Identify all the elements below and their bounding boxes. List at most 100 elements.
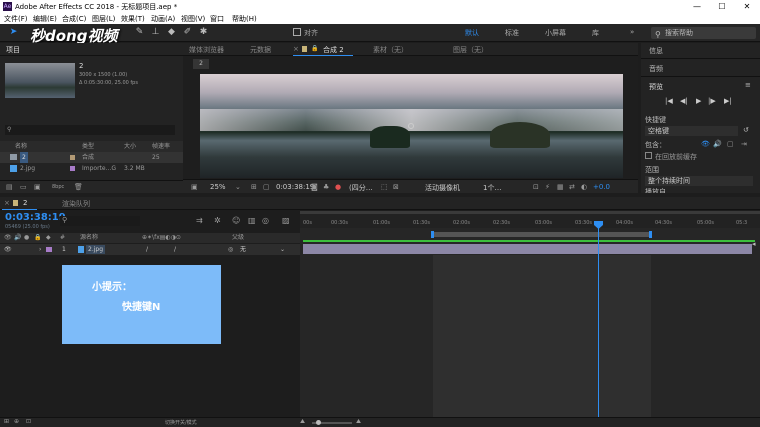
new-composition-icon[interactable]: ▣ — [34, 183, 41, 191]
include-overlay-icon[interactable]: ▢ — [727, 140, 734, 148]
first-frame-button[interactable]: |◀ — [665, 97, 673, 105]
label-color-swatch[interactable] — [70, 166, 75, 171]
brush-tool-icon[interactable]: ✎ — [134, 27, 145, 38]
layer-label-swatch[interactable] — [46, 247, 52, 252]
video-toggle-icon[interactable]: 👁 — [4, 233, 12, 243]
layer-duration-bar[interactable] — [303, 244, 752, 254]
table-row[interactable]: 👁 › 1 2.jpg / / ◎ 无 ⌄ — [0, 244, 300, 255]
menu-animation[interactable]: 动画(A) — [151, 14, 175, 24]
new-folder-icon[interactable]: ▭ — [20, 183, 27, 191]
tab-media-browser[interactable]: 媒体浏览器 — [189, 45, 224, 55]
workspace-more[interactable]: » — [630, 28, 634, 36]
work-area-start-handle[interactable] — [431, 231, 434, 238]
interpret-footage-icon[interactable]: ▤ — [6, 183, 13, 191]
label-column-icon[interactable]: ◆ — [46, 233, 51, 243]
layer-switches-toggle-icon[interactable]: ⊞ — [4, 418, 9, 425]
include-video-icon[interactable]: 👁 — [701, 140, 710, 148]
workspace-small-screen[interactable]: 小屏幕 — [545, 28, 566, 38]
menu-edit[interactable]: 编辑(E) — [33, 14, 57, 24]
always-preview-icon[interactable]: ▣ — [191, 183, 198, 191]
chevron-down-icon[interactable]: ⌄ — [280, 244, 285, 255]
selection-tool-icon[interactable]: ➤ — [8, 27, 19, 38]
workspace-standard[interactable]: 标准 — [505, 28, 519, 38]
tab-layer[interactable]: 图层（无） — [453, 45, 488, 55]
table-row[interactable]: 2 合成 25 — [0, 152, 183, 163]
zoom-slider-handle[interactable] — [316, 420, 321, 425]
close-tab-icon[interactable]: × — [293, 45, 299, 53]
align-checkbox[interactable] — [293, 28, 301, 36]
menu-window[interactable]: 窗口 — [210, 14, 224, 24]
zoom-select[interactable]: 25% — [210, 183, 226, 191]
fast-previews-icon[interactable]: ⚡ — [545, 183, 550, 191]
timeline-search-input[interactable] — [60, 216, 140, 226]
channel-color-icon[interactable]: ● — [335, 183, 341, 191]
expand-arrow-icon[interactable]: › — [39, 244, 41, 255]
pick-whip-icon[interactable]: ◎ — [228, 244, 233, 255]
column-size[interactable]: 大小 — [124, 141, 136, 152]
last-frame-button[interactable]: ▶| — [724, 97, 732, 105]
include-layer-controls-icon[interactable]: ⇥ — [741, 140, 747, 148]
camera-view-select[interactable]: 活动摄像机 — [425, 183, 460, 193]
tab-render-queue[interactable]: 渲染队列 — [62, 199, 90, 209]
solo-toggle-icon[interactable]: ● — [24, 233, 29, 243]
play-button[interactable]: ▶ — [696, 97, 701, 105]
workspace-library[interactable]: 库 — [592, 28, 599, 38]
column-type[interactable]: 类型 — [82, 141, 94, 152]
current-time-display[interactable]: 0:03:38:19 — [276, 183, 314, 191]
timeline-toggle-icon[interactable]: ▦ — [557, 183, 564, 191]
reset-icon[interactable]: ↺ — [743, 126, 749, 134]
switches-icons[interactable]: ⊕✶\fx▤◐◑⊙ — [142, 233, 181, 243]
anchor-point-icon[interactable] — [408, 123, 414, 129]
motion-blur-icon[interactable]: ◎ — [262, 216, 269, 225]
view-layout-select[interactable]: 1个… — [483, 183, 501, 193]
layer-video-icon[interactable]: 👁 — [4, 244, 12, 255]
exposure-value[interactable]: +0.0 — [593, 183, 610, 191]
zoom-out-icon[interactable]: ⛰ — [300, 418, 305, 426]
menu-file[interactable]: 文件(F) — [4, 14, 28, 24]
tab-project[interactable]: 项目 — [6, 45, 20, 55]
snapshot-camera-icon[interactable]: ◙ — [311, 183, 318, 191]
puppet-pin-icon[interactable]: ✱ — [198, 27, 209, 38]
parent-column[interactable]: 父级 — [232, 233, 244, 243]
eraser-tool-icon[interactable]: ◆ — [166, 27, 177, 38]
audio-section-header[interactable]: 音频 — [649, 64, 663, 74]
menu-effect[interactable]: 效果(T) — [121, 14, 145, 24]
roto-brush-icon[interactable]: ✐ — [182, 27, 193, 38]
show-snapshot-icon[interactable]: ♣ — [323, 183, 329, 191]
lock-toggle-icon[interactable]: 🔒 — [34, 233, 41, 243]
menu-composition[interactable]: 合成(C) — [62, 14, 86, 24]
chevron-down-icon[interactable]: ⌄ — [235, 183, 241, 191]
composition-flowchart-icon[interactable]: ⇉ — [196, 216, 203, 225]
menu-help[interactable]: 帮助(H) — [232, 14, 257, 24]
work-area-end-handle[interactable] — [649, 231, 652, 238]
maximize-button[interactable]: ☐ — [715, 1, 729, 12]
info-section-header[interactable]: 信息 — [649, 46, 663, 56]
menu-layer[interactable]: 图层(L) — [92, 14, 115, 24]
transparency-grid-icon[interactable]: ⊠ — [393, 183, 399, 191]
toggle-switches-modes[interactable]: 切换开关/模式 — [165, 419, 197, 426]
clone-stamp-icon[interactable]: ⊥ — [150, 27, 161, 38]
draft-3d-icon[interactable]: ✲ — [214, 216, 221, 225]
safe-margins-icon[interactable]: ⊞ — [251, 183, 257, 191]
column-name[interactable]: 名称 — [15, 141, 27, 152]
menu-icon[interactable]: ≡ — [745, 81, 751, 89]
next-frame-button[interactable]: |▶ — [708, 97, 716, 105]
minimize-button[interactable]: — — [690, 1, 704, 12]
project-search-input[interactable] — [5, 125, 175, 135]
comp-navigator-chip[interactable]: 2 — [193, 59, 209, 69]
work-area-range[interactable] — [432, 232, 650, 237]
include-audio-icon[interactable]: 🔊 — [713, 140, 722, 148]
trash-icon[interactable]: 🗑 — [74, 183, 83, 191]
zoom-in-icon[interactable]: ⛰ — [356, 418, 361, 426]
region-of-interest-icon[interactable]: ⬚ — [381, 183, 388, 191]
reset-exposure-icon[interactable]: ◐ — [581, 183, 587, 191]
shy-layers-icon[interactable]: ☺ — [232, 216, 240, 225]
tab-metadata[interactable]: 元数据 — [250, 45, 271, 55]
bpc-label[interactable]: 8bpc — [52, 184, 64, 190]
layer-number-icon[interactable]: # — [60, 233, 65, 243]
table-row[interactable]: 2.jpg Importe...G 3.2 MB — [0, 163, 183, 174]
shortcut-select[interactable]: 空格键 — [645, 126, 738, 136]
parent-select[interactable]: 无 — [240, 244, 246, 255]
menu-view[interactable]: 视图(V) — [181, 14, 205, 24]
current-time-indicator[interactable] — [598, 221, 599, 417]
